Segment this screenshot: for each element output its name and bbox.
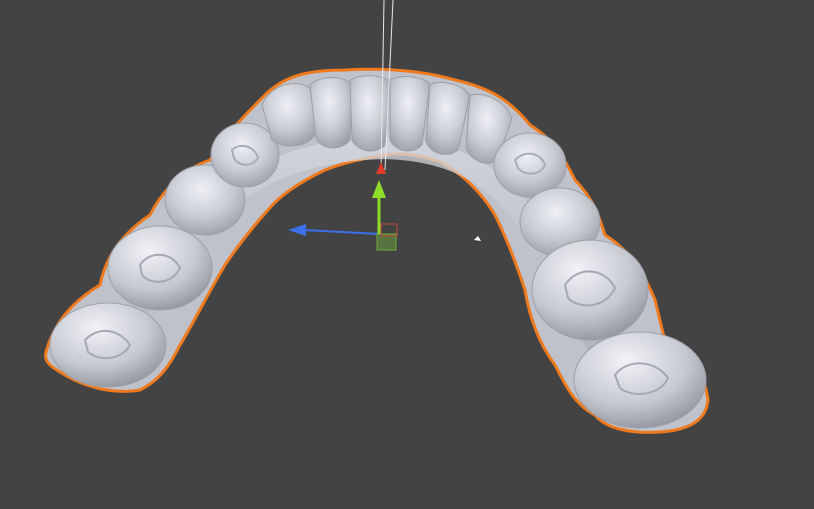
cursor-marker (474, 236, 481, 241)
y-axis-handle[interactable] (372, 180, 386, 234)
x-axis-handle[interactable] (376, 162, 386, 174)
z-axis-handle[interactable] (288, 224, 381, 236)
dental-arch-model[interactable] (44, 67, 710, 434)
left-molars (49, 122, 280, 388)
3d-viewport[interactable] (0, 0, 814, 509)
scene-canvas[interactable] (0, 0, 814, 509)
